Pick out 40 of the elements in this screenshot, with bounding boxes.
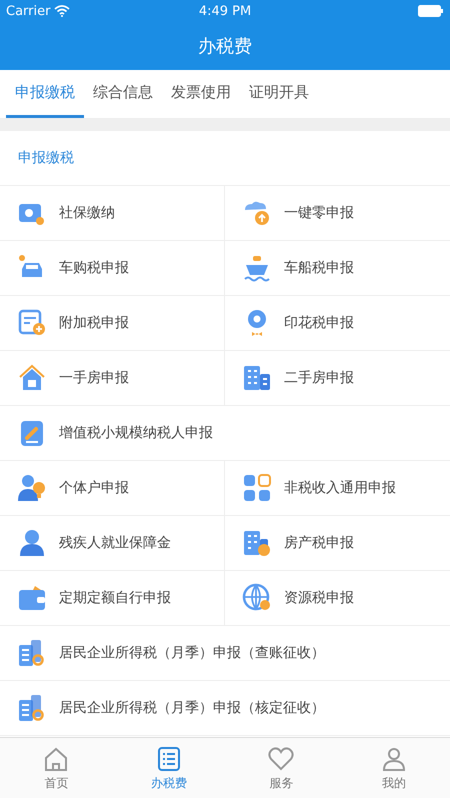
wifi-icon	[54, 5, 70, 17]
service-item[interactable]: 社保缴纳	[0, 186, 225, 241]
service-item[interactable]: 印花税申报	[225, 296, 450, 351]
service-item[interactable]: 定期定额自行申报	[0, 571, 225, 626]
battery-icon	[418, 5, 444, 17]
globe-icon	[242, 583, 272, 613]
service-item[interactable]: 车购税申报	[0, 241, 225, 296]
service-item[interactable]: 一键零申报	[225, 186, 450, 241]
category-tab[interactable]: 综合信息	[84, 70, 162, 118]
service-item[interactable]: 居民企业所得税（月季）申报（查账征收）	[0, 626, 450, 681]
grid-icon	[242, 473, 272, 503]
service-item[interactable]: 附加税申报	[0, 296, 225, 351]
service-item[interactable]: 增值税小规模纳税人申报	[0, 406, 450, 461]
service-item[interactable]: 二手房申报	[225, 351, 450, 406]
carrier-label: Carrier	[6, 4, 50, 18]
service-item[interactable]: 个体户申报	[0, 461, 225, 516]
building-icon	[242, 363, 272, 393]
heart-icon	[267, 744, 296, 772]
service-item[interactable]: 非税收入通用申报	[225, 461, 450, 516]
service-item[interactable]: 车船税申报	[225, 241, 450, 296]
category-tab[interactable]: 发票使用	[162, 70, 240, 118]
bottom-tab[interactable]: 服务	[225, 738, 338, 798]
house-icon	[17, 363, 47, 393]
person-icon	[17, 528, 47, 558]
screen-title: 办税费	[198, 35, 252, 58]
building-coin-icon	[242, 528, 272, 558]
service-item[interactable]: 居民企业所得税（月季）申报（核定征收）	[0, 681, 450, 736]
service-item[interactable]: 一手房申报	[0, 351, 225, 406]
category-tab[interactable]: 证明开具	[240, 70, 318, 118]
service-item[interactable]: 房产税申报	[225, 516, 450, 571]
bottom-tab[interactable]: 首页	[0, 738, 112, 798]
clock-time: 4:49 PM	[198, 4, 252, 18]
bottom-tab[interactable]: 办税费	[112, 738, 225, 798]
service-item[interactable]: 资源税申报	[225, 571, 450, 626]
bottom-tab[interactable]: 我的	[338, 738, 450, 798]
service-item[interactable]: 残疾人就业保障金	[0, 516, 225, 571]
section-heading: 申报缴税	[18, 149, 74, 167]
document-plus-icon	[17, 308, 47, 338]
person-bulb-icon	[17, 473, 47, 503]
ship-icon	[242, 253, 272, 283]
